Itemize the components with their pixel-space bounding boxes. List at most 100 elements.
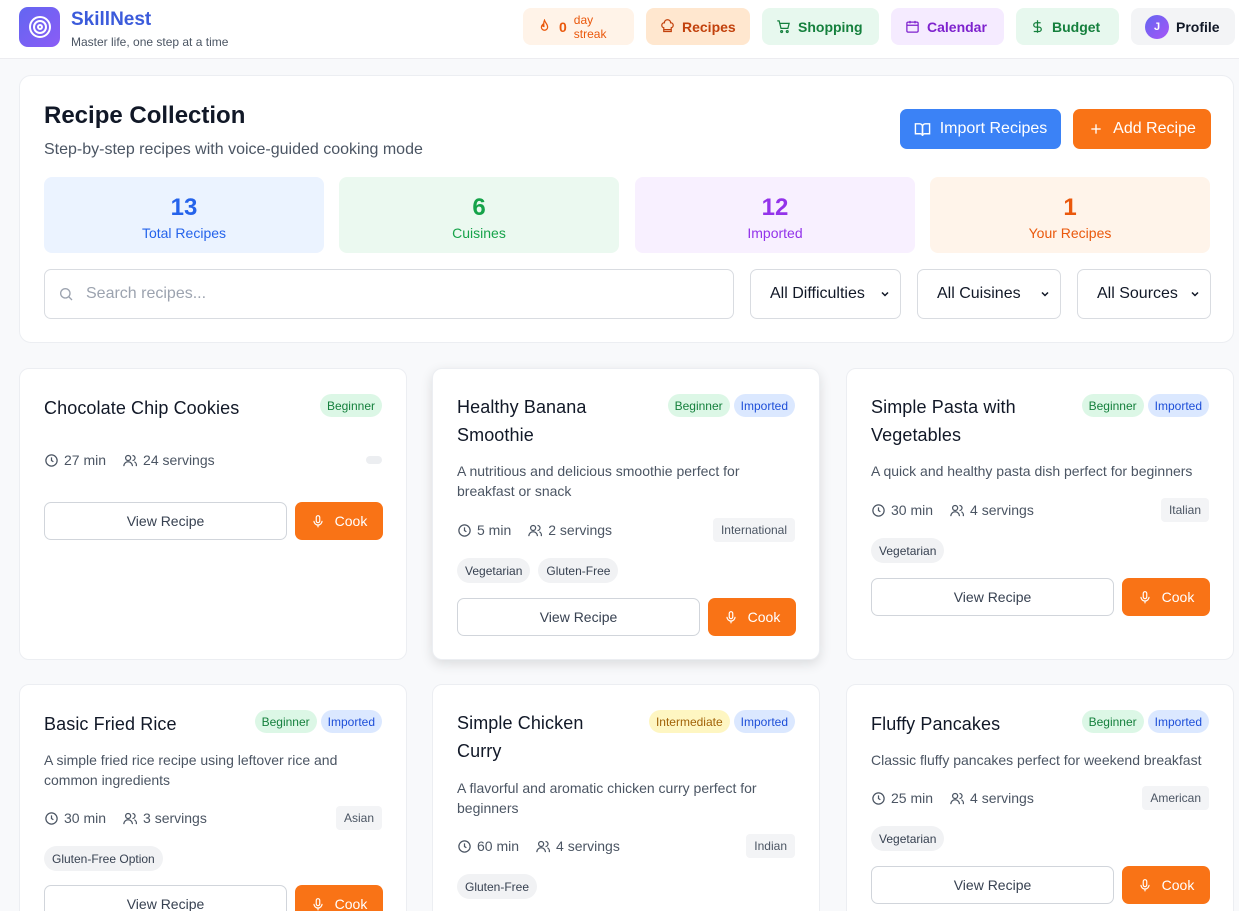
- recipe-badges: Beginner Imported: [254, 710, 382, 733]
- users-icon: [123, 812, 138, 824]
- view-recipe-button[interactable]: View Recipe: [871, 866, 1114, 904]
- app-logo-icon[interactable]: [19, 7, 60, 47]
- recipe-tag: Gluten-Free Option: [44, 846, 163, 871]
- stat-your-recipes: 1 Your Recipes: [930, 177, 1210, 253]
- search-icon: [59, 288, 73, 301]
- recipe-meta: 25 min 4 servings: [871, 788, 1034, 808]
- recipe-card: Simple Pasta with Vegetables Beginner Im…: [846, 368, 1234, 660]
- clock-icon: [458, 523, 471, 537]
- import-recipes-button[interactable]: Import Recipes: [900, 109, 1061, 149]
- recipe-time: 5 min: [477, 522, 512, 538]
- clock-icon: [458, 839, 471, 853]
- calendar-icon: [906, 20, 919, 33]
- difficulty-select[interactable]: All Difficulties: [750, 269, 901, 319]
- cuisine-badge: Italian: [1160, 498, 1209, 522]
- cook-button[interactable]: Cook: [708, 598, 796, 636]
- nav-profile[interactable]: J Profile: [1131, 8, 1235, 45]
- clock-icon: [45, 811, 58, 825]
- recipe-tag: Vegetarian: [871, 826, 945, 851]
- view-recipe-button[interactable]: View Recipe: [457, 598, 700, 636]
- cook-button[interactable]: Cook: [1122, 578, 1210, 616]
- stat-value: 6: [472, 194, 486, 221]
- cook-label: Cook: [747, 609, 781, 625]
- difficulty-badge: Beginner: [319, 394, 382, 417]
- users-icon: [123, 454, 138, 466]
- cuisine-badge: Asian: [335, 806, 382, 830]
- microphone-icon: [1139, 590, 1150, 603]
- stat-label: Cuisines: [452, 225, 506, 241]
- source-badge: Imported: [320, 710, 382, 733]
- microphone-icon: [1139, 878, 1150, 891]
- recipe-time: 30 min: [64, 810, 107, 826]
- cuisine-badge: American: [1142, 786, 1209, 810]
- cook-label: Cook: [1161, 589, 1195, 605]
- streak-count: 0: [559, 18, 567, 35]
- recipe-tag: Vegetarian: [871, 538, 945, 563]
- recipe-tags: Vegetarian: [871, 538, 945, 563]
- view-recipe-button[interactable]: View Recipe: [44, 885, 287, 911]
- recipe-description: Classic fluffy pancakes perfect for week…: [871, 752, 1202, 768]
- recipe-badges: Beginner: [319, 394, 382, 417]
- stat-label: Total Recipes: [141, 225, 227, 241]
- microphone-icon: [312, 897, 323, 910]
- source-badge: Imported: [1147, 394, 1209, 417]
- import-recipes-label: Import Recipes: [939, 120, 1048, 137]
- source-select-value: All Sources: [1097, 285, 1178, 302]
- recipe-tag: Gluten-Free: [457, 874, 538, 899]
- recipe-card: Healthy Banana Smoothie Beginner Importe…: [432, 368, 820, 660]
- recipe-title: Healthy Banana Smoothie: [457, 397, 587, 445]
- stat-imported: 12 Imported: [635, 177, 915, 253]
- recipe-badges: Intermediate Imported: [648, 710, 795, 733]
- recipe-card: Fluffy Pancakes Beginner Imported Classi…: [846, 684, 1234, 911]
- cook-button[interactable]: Cook: [295, 502, 383, 540]
- microphone-icon: [312, 514, 323, 527]
- plus-icon: [1091, 124, 1101, 134]
- nav-profile-label: Profile: [1176, 18, 1220, 35]
- recipe-servings: 4 servings: [970, 790, 1034, 806]
- nav-budget[interactable]: Budget: [1016, 8, 1119, 45]
- cuisine-select-value: All Cuisines: [937, 285, 1021, 302]
- source-select[interactable]: All Sources: [1077, 269, 1211, 319]
- cook-label: Cook: [334, 896, 368, 911]
- recipe-tag: Vegetarian: [457, 558, 531, 583]
- recipe-title: Chocolate Chip Cookies: [44, 398, 240, 418]
- nav-shopping[interactable]: Shopping: [762, 8, 879, 45]
- clock-icon: [872, 791, 885, 805]
- book-open-icon: [914, 122, 930, 136]
- nav-calendar-label: Calendar: [927, 18, 987, 35]
- recipe-description: A nutritious and delicious smoothie perf…: [457, 463, 740, 499]
- recipe-badges: Beginner Imported: [667, 394, 795, 417]
- recipe-tags: Vegetarian: [871, 826, 945, 851]
- clock-icon: [872, 503, 885, 517]
- search-box[interactable]: [44, 269, 734, 319]
- nav-calendar[interactable]: Calendar: [891, 8, 1004, 45]
- stat-value: 13: [170, 194, 198, 221]
- recipe-tags: Vegetarian Gluten-Free: [457, 558, 619, 583]
- users-icon: [536, 840, 551, 852]
- cook-button[interactable]: Cook: [1122, 866, 1210, 904]
- chevron-down-icon: [881, 291, 889, 297]
- difficulty-select-value: All Difficulties: [770, 285, 865, 302]
- source-badge: Imported: [1147, 710, 1209, 733]
- stat-value: 12: [761, 194, 789, 221]
- recipe-time: 30 min: [891, 502, 934, 518]
- recipe-tags: Gluten-Free: [457, 874, 538, 899]
- recipe-description: A quick and healthy pasta dish perfect f…: [871, 463, 1193, 479]
- source-badge: Imported: [733, 710, 795, 733]
- clock-icon: [45, 453, 58, 467]
- recipe-meta: 60 min 4 servings: [457, 836, 620, 856]
- streak-indicator[interactable]: 0 day streak: [523, 8, 634, 45]
- cuisine-badge: Indian: [746, 834, 795, 858]
- add-recipe-button[interactable]: Add Recipe: [1073, 109, 1211, 149]
- recipe-header-card: Recipe Collection Step-by-step recipes w…: [19, 75, 1234, 343]
- cuisine-select[interactable]: All Cuisines: [917, 269, 1061, 319]
- microphone-icon: [725, 610, 736, 623]
- nav-recipes[interactable]: Recipes: [646, 8, 750, 45]
- cook-button[interactable]: Cook: [295, 885, 383, 911]
- recipe-tag: Gluten-Free: [538, 558, 619, 583]
- stat-label: Your Recipes: [1028, 225, 1112, 241]
- cook-label: Cook: [334, 513, 368, 529]
- view-recipe-button[interactable]: View Recipe: [44, 502, 287, 540]
- view-recipe-button[interactable]: View Recipe: [871, 578, 1114, 616]
- search-input[interactable]: [86, 285, 686, 303]
